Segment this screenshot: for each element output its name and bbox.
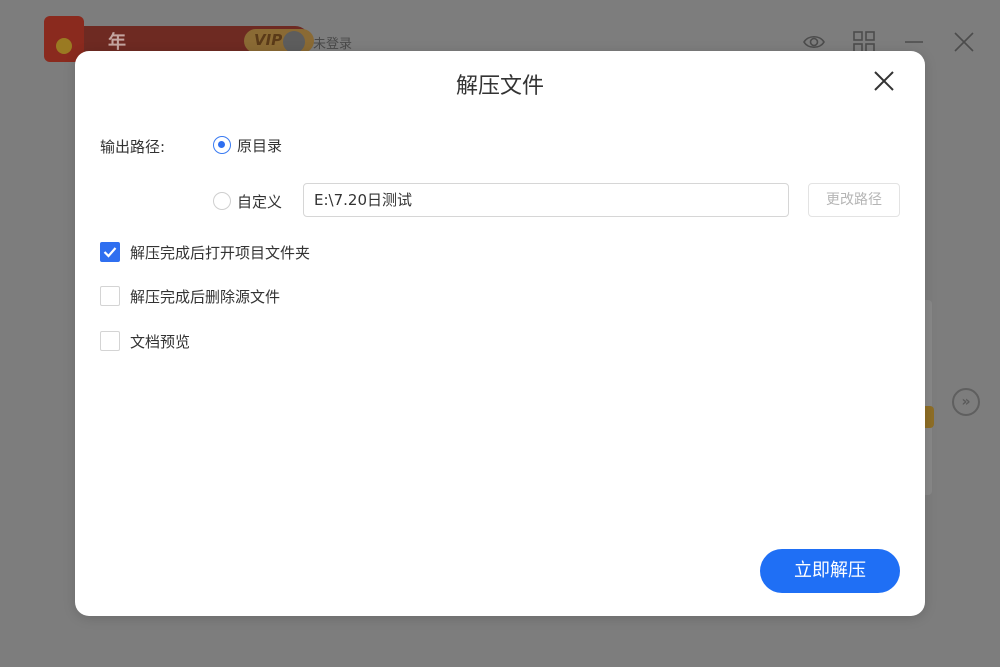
side-badge [924, 406, 934, 428]
change-path-button[interactable]: 更改路径 [808, 183, 900, 217]
delete-source-label[interactable]: 解压完成后删除源文件 [130, 286, 280, 307]
radio-original-dir-label[interactable]: 原目录 [237, 135, 282, 156]
dialog-close-icon[interactable] [870, 67, 898, 95]
side-panel-edge [924, 300, 932, 495]
radio-custom-dir-label[interactable]: 自定义 [237, 191, 282, 212]
checkmark-icon [103, 247, 117, 258]
open-folder-label[interactable]: 解压完成后打开项目文件夹 [130, 242, 310, 263]
preview-label[interactable]: 文档预览 [130, 331, 190, 352]
output-path-label: 输出路径: [100, 138, 166, 156]
expand-arrow-icon[interactable]: » [952, 388, 980, 416]
open-folder-checkbox[interactable] [100, 242, 120, 262]
extract-now-button[interactable]: 立即解压 [760, 549, 900, 593]
radio-original-dir[interactable] [213, 136, 231, 154]
user-avatar-icon[interactable] [283, 31, 305, 53]
login-status[interactable]: 未登录 [313, 33, 352, 52]
radio-custom-dir[interactable] [213, 192, 231, 210]
dialog-title: 解压文件 [455, 74, 544, 99]
close-icon[interactable] [952, 30, 976, 54]
extract-dialog: 解压文件 输出路径: 原目录 自定义 E:\7.20日测试 更改路径 解压完成后… [75, 51, 925, 616]
preview-checkbox[interactable] [100, 331, 120, 351]
delete-source-checkbox[interactable] [100, 286, 120, 306]
custom-path-input[interactable]: E:\7.20日测试 [303, 183, 789, 217]
